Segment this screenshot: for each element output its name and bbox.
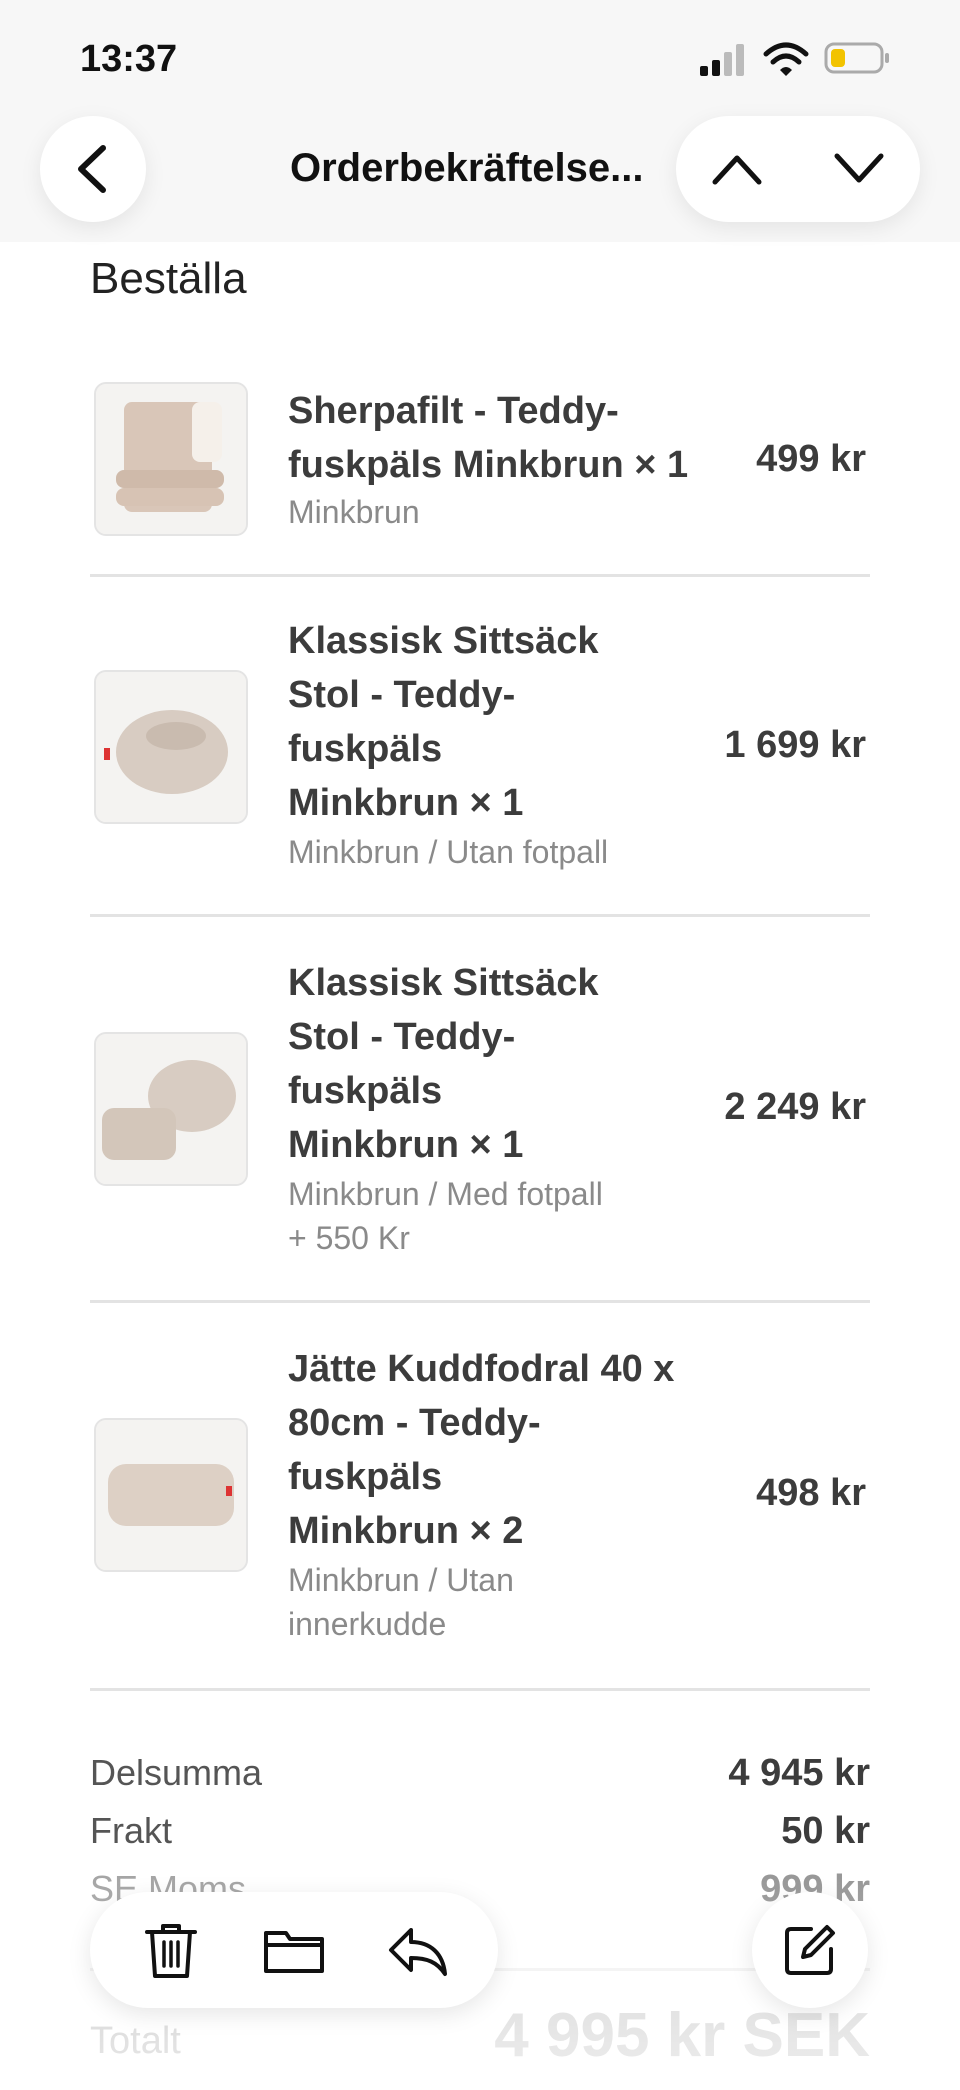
item-price: 499 kr bbox=[756, 438, 866, 480]
subtotal-label: Delsumma bbox=[90, 1752, 263, 1793]
compose-icon bbox=[785, 1925, 835, 1975]
item-price: 498 kr bbox=[756, 1472, 866, 1514]
beanbag-with-footstool-image bbox=[96, 1034, 246, 1184]
next-message-button[interactable] bbox=[814, 124, 904, 214]
beanbag-chair-image bbox=[96, 672, 246, 822]
compose-button[interactable] bbox=[752, 1892, 868, 2008]
reply-icon bbox=[388, 1928, 447, 1976]
cellular-signal-icon bbox=[700, 44, 744, 76]
back-button[interactable] bbox=[40, 116, 146, 222]
status-time: 13:37 bbox=[80, 38, 178, 80]
item-variant: Minkbrun / Utan fotpall bbox=[288, 834, 609, 870]
chevron-up-icon bbox=[712, 155, 762, 185]
order-item: Sherpafilt - Teddy- fuskpäls Minkbrun × … bbox=[90, 378, 870, 540]
product-thumbnail bbox=[94, 1418, 248, 1572]
mail-action-toolbar bbox=[90, 1892, 498, 2008]
page-title: Orderbekräftelse... bbox=[290, 146, 644, 190]
subtotal-row: Delsumma 4 945 kr bbox=[90, 1752, 870, 1808]
item-variant: Minkbrun / Med fotpall + 550 Kr bbox=[288, 1176, 603, 1256]
folded-blanket-image bbox=[96, 384, 246, 534]
chevron-left-icon bbox=[78, 145, 106, 193]
total-label: Totalt bbox=[90, 2020, 181, 2062]
product-thumbnail bbox=[94, 382, 248, 536]
long-cushion-image bbox=[96, 1420, 246, 1570]
item-price: 2 249 kr bbox=[724, 1086, 866, 1128]
trash-icon bbox=[145, 1924, 198, 1978]
battery-low-icon bbox=[824, 42, 889, 74]
product-thumbnail bbox=[94, 670, 248, 824]
chevron-down-icon bbox=[834, 153, 884, 183]
order-item: Jätte Kuddfodral 40 x 80cm - Teddy- fusk… bbox=[90, 1342, 870, 1642]
divider bbox=[90, 574, 870, 577]
item-name: Klassisk Sittsäck Stol - Teddy- fuskpäls… bbox=[288, 962, 599, 1166]
divider bbox=[90, 1300, 870, 1303]
status-bar: 13:37 bbox=[0, 0, 960, 120]
divider bbox=[90, 1688, 870, 1691]
order-item: Klassisk Sittsäck Stol - Teddy- fuskpäls… bbox=[90, 956, 870, 1256]
folder-icon bbox=[263, 1931, 324, 1973]
subtotal-value: 4 945 kr bbox=[728, 1752, 870, 1794]
product-thumbnail bbox=[94, 1032, 248, 1186]
reply-button[interactable] bbox=[372, 1905, 462, 1995]
total-row: Totalt 4 995 kr SEK bbox=[90, 2000, 870, 2090]
shipping-value: 50 kr bbox=[781, 1810, 870, 1852]
item-variant: Minkbrun / Utan innerkudde bbox=[288, 1562, 514, 1642]
shipping-row: Frakt 50 kr bbox=[90, 1810, 870, 1866]
total-value: 4 995 kr SEK bbox=[494, 2001, 870, 2070]
divider bbox=[90, 914, 870, 917]
order-section-title: Beställa bbox=[90, 254, 247, 303]
item-name: Klassisk Sittsäck Stol - Teddy- fuskpäls… bbox=[288, 620, 599, 824]
item-variant: Minkbrun bbox=[288, 494, 420, 530]
item-price: 1 699 kr bbox=[724, 724, 866, 766]
previous-message-button[interactable] bbox=[692, 124, 782, 214]
navigation-bar: Orderbekräftelse... bbox=[0, 112, 960, 242]
status-icons bbox=[700, 40, 960, 84]
item-name: Jätte Kuddfodral 40 x 80cm - Teddy- fusk… bbox=[288, 1348, 675, 1552]
message-navigation bbox=[676, 116, 920, 222]
item-name: Sherpafilt - Teddy- fuskpäls Minkbrun × … bbox=[288, 390, 689, 486]
delete-button[interactable] bbox=[126, 1905, 216, 1995]
shipping-label: Frakt bbox=[90, 1810, 173, 1851]
move-to-folder-button[interactable] bbox=[249, 1905, 339, 1995]
order-item: Klassisk Sittsäck Stol - Teddy- fuskpäls… bbox=[90, 614, 870, 874]
wifi-icon bbox=[763, 42, 809, 76]
